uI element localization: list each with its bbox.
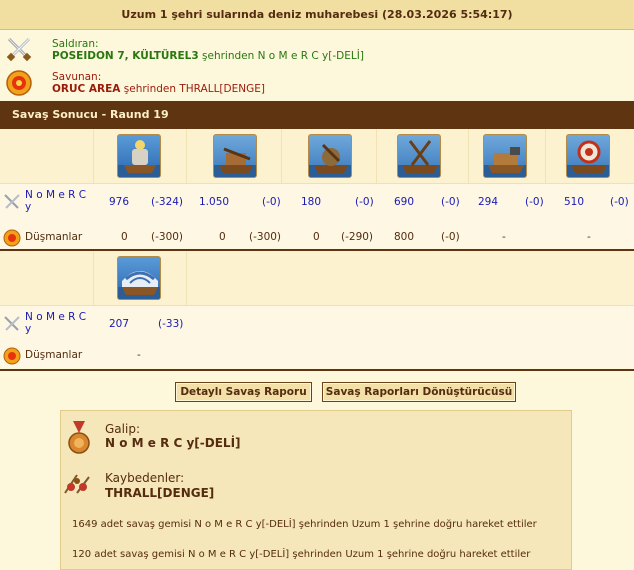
orange-shield-icon: [3, 347, 21, 365]
enemy-count: 0: [121, 231, 128, 243]
enemy-count: 800: [394, 231, 415, 243]
enemy-label: Düşmanlar: [25, 231, 83, 243]
winner-label: Galip:: [105, 422, 140, 436]
defender-role-label: Savunan:: [52, 71, 102, 83]
enemy-loss: (-300): [151, 231, 184, 243]
unit-loss: (-33): [158, 318, 184, 330]
block-separator: [0, 369, 634, 371]
unit-loss: (-324): [151, 196, 184, 208]
enemy-loss: (-300): [249, 231, 282, 243]
crossed-swords-icon: [4, 316, 20, 331]
unit-count: 690: [394, 196, 415, 208]
ballista-ship-icon[interactable]: [213, 134, 257, 178]
unit-count: 180: [301, 196, 322, 208]
ram-ship-icon[interactable]: [397, 134, 441, 178]
enemy-units-row: Düşmanlar 0 (-300) 0 (-300) 0 (-290) 800…: [0, 227, 634, 249]
round-title: Savaş Sonucu - Raund 19: [0, 101, 634, 129]
unit-icons-row: [0, 129, 634, 183]
battle-block-2: N o M e R C y 207 (-33) Düşmanlar -: [0, 251, 634, 369]
defender-player: şehrinden THRALL[DENGE]: [120, 83, 265, 95]
attacker-cities: POSEIDON 7, KÜLTÜREL3: [52, 50, 199, 62]
unit-count: 207: [109, 318, 130, 330]
own-units-row: N o M e R C y 207 (-33): [0, 305, 634, 345]
medal-icon: [68, 421, 90, 454]
crossed-swords-icon: [4, 194, 20, 209]
unit-loss: (-0): [262, 196, 281, 208]
enemy-label: Düşmanlar: [25, 349, 83, 361]
crossed-swords-icon: [6, 37, 32, 62]
fire-ship-icon[interactable]: [117, 134, 161, 178]
unit-count: 510: [564, 196, 585, 208]
enemy-count: -: [587, 231, 591, 243]
enemy-count: 0: [313, 231, 320, 243]
own-units-row: N o M e R C y 976 (-324) 1.050 (-0) 180 …: [0, 183, 634, 227]
mortar-ship-icon[interactable]: [483, 134, 527, 178]
unit-icons-row: [0, 251, 634, 305]
defender-section: Savunan: ORUC AREA şehrinden THRALL[DENG…: [0, 66, 634, 100]
movement-message: 1649 adet savaş gemisi N o M e R C y[-DE…: [72, 519, 537, 530]
enemy-units-row: Düşmanlar -: [0, 345, 634, 367]
losers-value[interactable]: THRALL[DENGE]: [105, 486, 214, 500]
orange-shield-icon: [6, 70, 32, 96]
own-player-name[interactable]: N o M e R C y: [25, 189, 95, 213]
enemy-count: -: [137, 349, 141, 361]
unit-count: 976: [109, 196, 130, 208]
enemy-loss: (-290): [341, 231, 374, 243]
report-converter-button[interactable]: Savaş Raporları Dönüştürücüsü: [322, 382, 516, 402]
enemy-count: 0: [219, 231, 226, 243]
attacker-section: Saldıran: POSEIDON 7, KÜLTÜREL3 şehrinde…: [0, 32, 634, 66]
enemy-loss: (-0): [441, 231, 460, 243]
movement-message: 120 adet savaş gemisi N o M e R C y[-DEL…: [72, 549, 531, 560]
unit-loss: (-0): [441, 196, 460, 208]
unit-count: 1.050: [199, 196, 230, 208]
unit-loss: (-0): [525, 196, 544, 208]
losers-label: Kaybedenler:: [105, 471, 185, 485]
unit-loss: (-0): [610, 196, 629, 208]
orange-shield-icon: [3, 229, 21, 247]
unit-count: 294: [478, 196, 499, 208]
attacker-role-label: Saldıran:: [52, 38, 99, 50]
battle-block-1: N o M e R C y 976 (-324) 1.050 (-0) 180 …: [0, 129, 634, 249]
defender-city: ORUC AREA: [52, 83, 121, 95]
paddle-steamer-icon[interactable]: [117, 256, 161, 300]
rocket-ship-icon[interactable]: [566, 134, 610, 178]
attacker-names: POSEIDON 7, KÜLTÜREL3 şehrinden N o M e …: [52, 50, 364, 62]
unit-loss: (-0): [355, 196, 374, 208]
detailed-report-button[interactable]: Detaylı Savaş Raporu: [175, 382, 312, 402]
own-player-name[interactable]: N o M e R C y: [25, 311, 95, 335]
fallen-soldiers-icon: [64, 474, 90, 494]
winner-value[interactable]: N o M e R C y[-DELİ]: [105, 436, 241, 450]
defender-names: ORUC AREA şehrinden THRALL[DENGE]: [52, 83, 265, 95]
attacker-player: şehrinden N o M e R C y[-DELİ]: [198, 50, 364, 62]
battle-result-box: Galip: N o M e R C y[-DELİ] Kaybedenler:…: [60, 410, 572, 570]
catapult-ship-icon[interactable]: [308, 134, 352, 178]
battle-title: Uzum 1 şehri sularında deniz muharebesi …: [0, 0, 634, 30]
enemy-count: -: [502, 231, 506, 243]
